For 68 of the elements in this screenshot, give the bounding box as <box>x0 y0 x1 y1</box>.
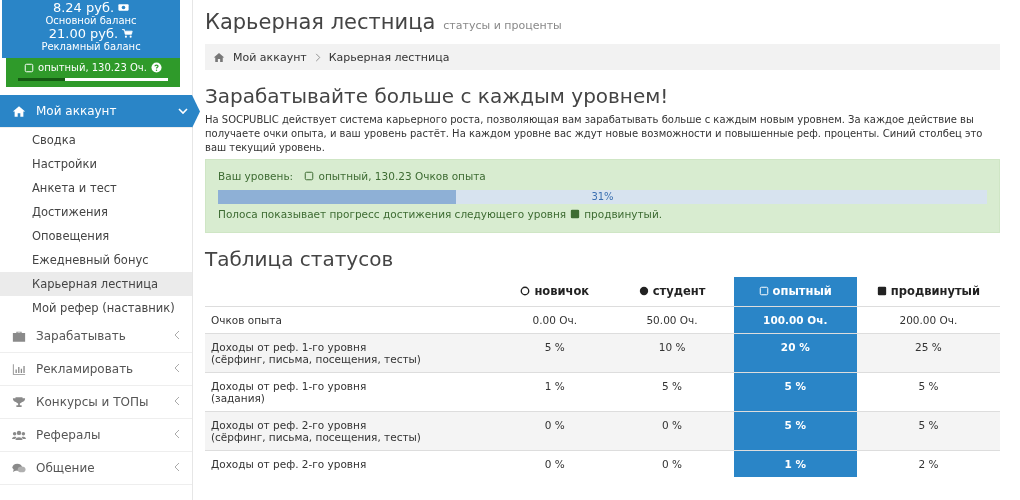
chat-icon <box>12 461 26 475</box>
chevron-left-icon <box>174 428 180 439</box>
intro-paragraph: На SOCPUBLIC действует система карьерного роста, позволяющая вам зарабатывать больше с каждым новым уровнем. За каждое действие вы получаете очки опыта, и ваш уровень растёт. На каждом уровне вас ждут новые возможности и повышенные реф. проценты. Синий столбец это ваш текущий уровень. <box>205 113 984 155</box>
main-balance-label: Основной баланс <box>44 15 138 26</box>
table-cell: 1 % <box>733 450 857 477</box>
home-icon <box>213 51 225 63</box>
column-header: опытный <box>733 277 857 307</box>
table-cell: 25 % <box>856 333 1000 373</box>
chevron-down-icon <box>178 106 188 115</box>
table-cell: 5 % <box>856 411 1000 451</box>
cart-icon <box>122 28 134 39</box>
chevron-right-icon <box>314 52 321 62</box>
users-icon <box>12 428 26 442</box>
nav-item[interactable]: Мой аккаунт <box>0 95 200 128</box>
progress-reading: 31% <box>590 190 615 204</box>
table-cell: 0 % <box>610 450 734 477</box>
table-cell: 0 % <box>610 411 734 451</box>
nav-subitem[interactable]: Мой рефер (наставник) <box>0 296 192 320</box>
level-status: опытный, 130.23 Оч. <box>38 62 147 73</box>
table-cell: 20 % <box>733 333 857 373</box>
table-cell: 5 % <box>733 411 857 451</box>
table-cell: 0 % <box>499 450 611 477</box>
square-icon <box>24 62 35 73</box>
ad-balance-amount: 21.00 руб. <box>48 26 119 41</box>
main-balance-amount: 8.24 руб. <box>52 0 115 15</box>
chart-icon <box>12 362 26 376</box>
nav-item[interactable]: Рекламировать <box>0 353 192 386</box>
row-label: Доходы от реф. 1-го уровня (сёрфинг, письма, посещения, тесты) <box>205 333 500 373</box>
nav-item[interactable]: Рефералы <box>0 419 192 452</box>
table-title: Таблица статусов <box>205 247 395 273</box>
table-cell: 5 % <box>499 333 611 373</box>
column-header: новичок <box>499 277 611 307</box>
page-subtitle: статусы и проценты <box>443 19 562 32</box>
help-icon[interactable] <box>150 62 162 73</box>
table-cell: 2 % <box>856 450 1000 477</box>
page-title: Карьерная лестница <box>205 10 436 34</box>
table-cell: 10 % <box>610 333 734 373</box>
briefcase-icon <box>12 329 26 343</box>
chevron-left-icon <box>174 362 180 373</box>
nav-subitem[interactable]: Анкета и тест <box>0 176 192 200</box>
nav-item[interactable]: Конкурсы и ТОПы <box>0 386 192 419</box>
table-cell: 0 % <box>499 411 611 451</box>
level-label: Ваш уровень: <box>218 170 294 182</box>
column-header: студент <box>610 277 734 307</box>
nav-subitem[interactable]: Карьерная лестница <box>0 272 192 296</box>
nav-subitem[interactable]: Сводка <box>0 128 192 152</box>
next-level: продвинутый. <box>584 208 663 220</box>
ad-balance-label: Рекламный баланс <box>40 41 142 52</box>
nav-subitem[interactable]: Достижения <box>0 200 192 224</box>
chevron-left-icon <box>174 461 180 472</box>
home-icon <box>12 104 26 118</box>
nav-subitem[interactable]: Настройки <box>0 152 192 176</box>
nav-item[interactable]: Зарабатывать <box>0 320 192 353</box>
column-header: продвинутый <box>856 277 1000 307</box>
chevron-left-icon <box>174 395 180 406</box>
section-heading: Зарабатывайте больше с каждым уровнем! <box>205 84 670 108</box>
nav-item[interactable]: Общение <box>0 452 192 485</box>
nav-subitem[interactable]: Ежедневный бонус <box>0 248 192 272</box>
row-label: Доходы от реф. 2-го уровня <box>205 450 500 477</box>
progress-note: Полоса показывает прогресс достижения следующего уровня <box>218 208 567 220</box>
chevron-left-icon <box>174 329 180 340</box>
nav-subitem[interactable]: Оповещения <box>0 224 192 248</box>
breadcrumb-link[interactable]: Мой аккаунт <box>233 50 307 64</box>
table-cell: 100.00 Оч. <box>733 306 857 334</box>
trophy-icon <box>12 395 26 409</box>
row-label: Доходы от реф. 2-го уровня (сёрфинг, письма, посещения, тесты) <box>205 411 500 451</box>
level-status: опытный, 130.23 Очков опыта <box>318 170 486 182</box>
table-cell: 5 % <box>733 372 857 412</box>
